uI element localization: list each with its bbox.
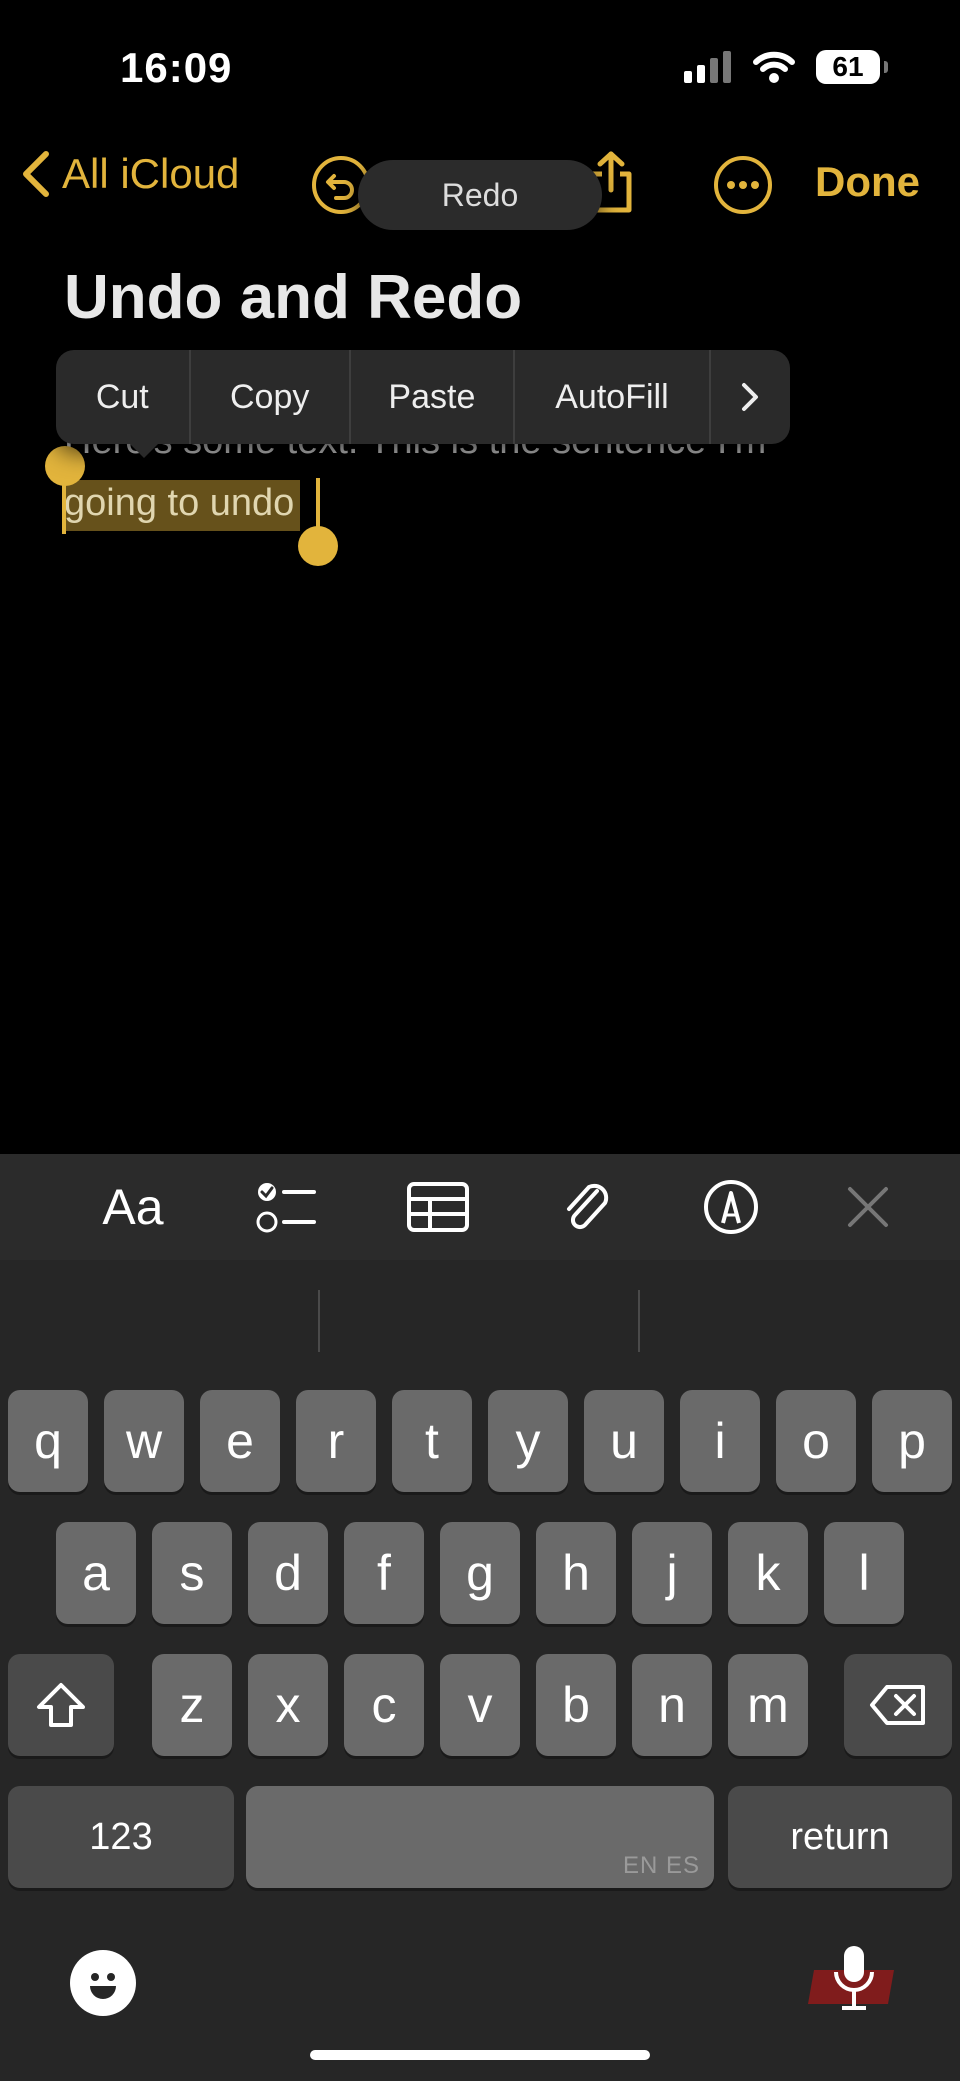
key-h[interactable]: h [536,1522,616,1624]
shift-icon [37,1683,85,1727]
copy-menu-item[interactable]: Copy [191,350,351,444]
key-p[interactable]: p [872,1390,952,1492]
redo-toast-label: Redo [441,176,519,213]
close-icon [848,1187,888,1227]
cellular-signal-icon [684,51,731,83]
chevron-left-icon [23,151,49,197]
selection-end-handle[interactable] [298,526,338,566]
microphone-icon [808,1946,894,2010]
selected-text[interactable]: going to undo [64,480,301,531]
chevron-right-icon [742,383,759,411]
home-indicator[interactable] [310,2050,650,2060]
context-menu-pointer [130,444,158,458]
back-button[interactable]: All iCloud [18,150,239,198]
key-x[interactable]: x [248,1654,328,1756]
key-q[interactable]: q [8,1390,88,1492]
key-t[interactable]: t [392,1390,472,1492]
table-icon [407,1182,469,1232]
space-language-hint: EN ES [622,1852,700,1879]
selection-start-handle[interactable] [45,446,85,486]
more-button[interactable] [714,156,772,214]
backspace-key[interactable] [844,1654,952,1756]
key-a[interactable]: a [56,1522,136,1624]
key-z[interactable]: z [152,1654,232,1756]
key-j[interactable]: j [632,1522,712,1624]
emoji-icon [90,1973,116,1999]
suggestion-divider [638,1290,640,1352]
markup-button[interactable] [700,1154,762,1260]
autofill-menu-item[interactable]: AutoFill [515,350,711,444]
status-icons: 61 [684,50,888,84]
table-button[interactable] [406,1154,470,1260]
key-e[interactable]: e [200,1390,280,1492]
paste-menu-item[interactable]: Paste [351,350,516,444]
dictation-button[interactable] [808,1946,898,2016]
numbers-key[interactable]: 123 [8,1786,234,1888]
key-r[interactable]: r [296,1390,376,1492]
ellipsis-icon [727,181,759,189]
pen-markup-icon [704,1180,758,1234]
wifi-icon [753,51,795,83]
undo-icon [326,174,354,200]
suggestion-divider [318,1290,320,1352]
redo-toast: Redo [358,160,602,230]
attachment-button[interactable] [560,1154,616,1260]
done-button[interactable]: Done [815,158,920,206]
note-title[interactable]: Undo and Redo [64,262,522,333]
back-label: All iCloud [62,150,240,197]
battery-level: 61 [832,51,864,82]
checklist-button[interactable] [254,1154,318,1260]
edit-context-menu: Cut Copy Paste AutoFill [56,350,790,444]
key-i[interactable]: i [680,1390,760,1492]
cut-menu-item[interactable]: Cut [56,350,191,444]
close-toolbar-button[interactable] [842,1154,894,1260]
backspace-icon [870,1685,925,1725]
checklist-icon [256,1183,316,1233]
status-time: 16:09 [120,44,233,91]
key-g[interactable]: g [440,1522,520,1624]
text-format-button[interactable]: Aa [98,1154,168,1260]
key-v[interactable]: v [440,1654,520,1756]
key-l[interactable]: l [824,1522,904,1624]
paperclip-icon [567,1183,609,1230]
key-y[interactable]: y [488,1390,568,1492]
key-s[interactable]: s [152,1522,232,1624]
menu-more-button[interactable] [711,350,790,444]
emoji-button[interactable] [70,1950,136,2016]
key-d[interactable]: d [248,1522,328,1624]
key-b[interactable]: b [536,1654,616,1756]
return-key[interactable]: return [728,1786,952,1888]
key-m[interactable]: m [728,1654,808,1756]
key-o[interactable]: o [776,1390,856,1492]
shift-key[interactable] [8,1654,114,1756]
battery-icon: 61 [816,50,888,84]
key-u[interactable]: u [584,1390,664,1492]
key-k[interactable]: k [728,1522,808,1624]
space-key[interactable]: EN ES [246,1786,714,1888]
format-toolbar: Aa [0,1154,960,1260]
key-c[interactable]: c [344,1654,424,1756]
key-n[interactable]: n [632,1654,712,1756]
key-w[interactable]: w [104,1390,184,1492]
text-format-icon: Aa [102,1179,164,1235]
key-f[interactable]: f [344,1522,424,1624]
